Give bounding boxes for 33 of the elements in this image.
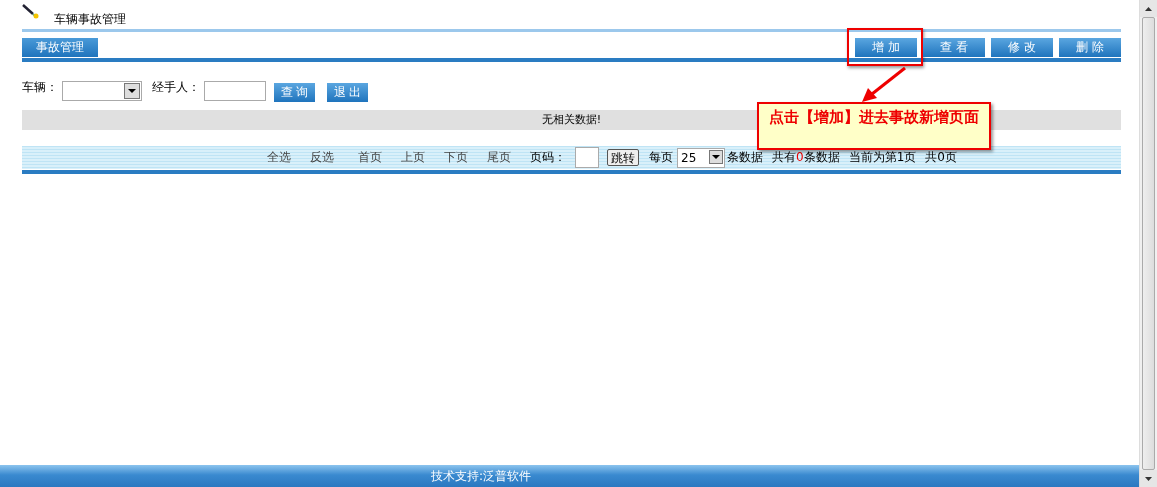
input-field[interactable] <box>204 81 266 101</box>
jump-button[interactable]: 跳转 <box>607 149 640 166</box>
page-info: 当前为第1页 <box>848 149 917 166</box>
pager-link[interactable]: 首页 <box>358 149 383 166</box>
record-count: 共有0条数据 <box>772 149 840 166</box>
footer-text: 技术支持:泛普软件 <box>0 465 1139 487</box>
pager-link[interactable]: 反选 <box>310 149 335 166</box>
annotation-arrow <box>862 66 906 102</box>
annotation-callout: 点击【增加】进去事故新增页面 <box>757 102 991 150</box>
page-title: 车辆事故管理 <box>54 12 126 26</box>
scroll-down-icon[interactable] <box>1140 470 1157 487</box>
pager-label: 条数据 <box>727 149 764 166</box>
pager-link[interactable]: 下页 <box>444 149 469 166</box>
field-label: 车辆： <box>22 79 58 96</box>
scrollbar[interactable] <box>1139 0 1157 487</box>
action-button[interactable]: 查 询 <box>274 82 315 102</box>
tab[interactable]: 事故管理 <box>22 38 98 57</box>
page-input[interactable] <box>575 147 600 168</box>
pager-link[interactable]: 全选 <box>267 149 292 166</box>
pager-link[interactable]: 尾页 <box>487 149 512 166</box>
pager-label: 每页 <box>649 149 674 166</box>
vehicle-select[interactable] <box>62 81 142 101</box>
pager-label: 页码： <box>530 149 567 166</box>
toolbar-button[interactable]: 修 改 <box>991 38 1053 57</box>
toolbar-button[interactable]: 增 加 <box>855 38 917 57</box>
page-count: 共0页 <box>925 149 957 166</box>
field-label: 经手人： <box>152 79 200 96</box>
scroll-thumb[interactable] <box>1142 17 1155 470</box>
pager-link[interactable]: 上页 <box>401 149 426 166</box>
action-button[interactable]: 退 出 <box>327 82 368 102</box>
scroll-up-icon[interactable] <box>1140 0 1157 17</box>
per-page-select[interactable]: 25 <box>677 147 726 168</box>
pen-icon <box>22 4 40 20</box>
